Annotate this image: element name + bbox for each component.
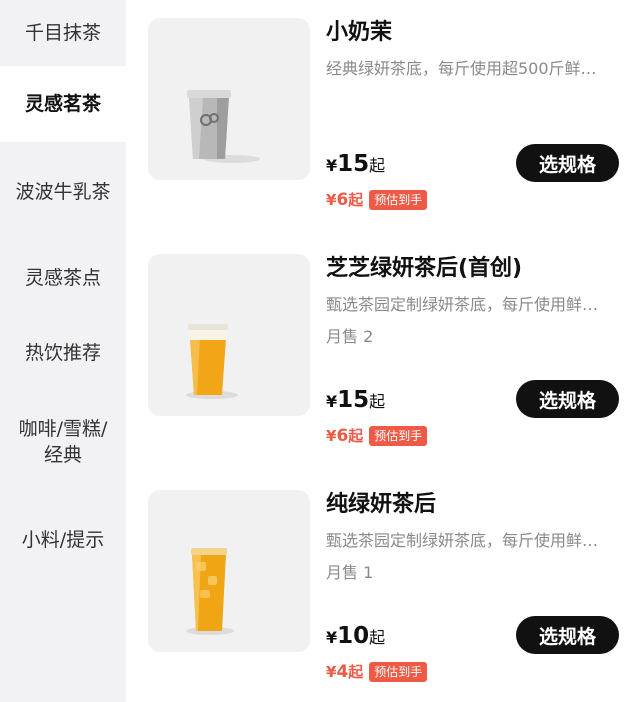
sidebar-item-label: 千目抹茶 — [24, 22, 101, 44]
product-image[interactable] — [148, 18, 310, 180]
currency-symbol: ¥ — [326, 191, 337, 209]
select-spec-button[interactable]: 选规格 — [516, 616, 619, 654]
sidebar-item-coffee-icecream[interactable]: 咖啡/雪糕/经典 — [0, 392, 126, 492]
product-price: ¥15起 — [326, 150, 385, 180]
product-name: 小奶茉 — [326, 20, 393, 45]
sidebar-item-boba-milk-tea[interactable]: 波波牛乳茶 — [0, 142, 126, 242]
product-image[interactable] — [148, 254, 310, 416]
estimated-price: ¥6 起 预估到手 — [326, 189, 428, 211]
select-spec-button[interactable]: 选规格 — [516, 144, 619, 182]
monthly-sales: 月售 2 — [326, 327, 374, 346]
discount-price-value: 4 — [336, 662, 349, 682]
price-suffix: 起 — [369, 628, 386, 647]
currency-symbol: ¥ — [326, 663, 337, 681]
currency-symbol: ¥ — [326, 427, 337, 445]
product-card[interactable]: 小奶茉 经典绿妍茶底，每斤使用超500斤鲜茉莉花窨制 ¥15起 ¥6起 预估到手… — [148, 18, 628, 236]
currency-symbol: ¥ — [326, 392, 338, 411]
price-value: 15 — [337, 151, 370, 177]
estimated-badge: 预估到手 — [369, 662, 428, 682]
discount-price-value: 6 — [336, 190, 349, 210]
sidebar-item-label: 咖啡/雪糕/经典 — [18, 418, 108, 466]
product-card[interactable]: 芝芝绿妍茶后(首创) 甄选茶园定制绿妍茶底，每斤使用鲜茉莉花窨制 月售 2 ¥1… — [148, 254, 628, 472]
sidebar-item-label: 热饮推荐 — [24, 342, 101, 364]
sidebar-item-label: 小料/提示 — [21, 529, 105, 551]
category-sidebar: 千目抹茶 灵感茗茶 波波牛乳茶 灵感茶点 热饮推荐 咖啡/雪糕/经典 小料/提示 — [0, 0, 126, 702]
discount-price-suffix: 起 — [348, 427, 364, 445]
estimated-price: ¥6 起 预估到手 — [326, 425, 428, 447]
price-suffix: 起 — [369, 392, 386, 411]
iced-tea-cup-icon — [186, 548, 234, 635]
product-description: 甄选茶园定制绿妍茶底，每斤使用鲜茉莉花窨制 — [326, 295, 608, 314]
product-price: ¥10起 — [326, 622, 385, 652]
estimated-badge: 预估到手 — [369, 426, 428, 446]
sidebar-item-inspiration-tea[interactable]: 灵感茗茶 — [0, 66, 126, 142]
sidebar-item-label: 灵感茶点 — [24, 267, 101, 289]
price-value: 10 — [337, 623, 370, 649]
discount-price-suffix: 起 — [348, 191, 364, 209]
sidebar-item-toppings[interactable]: 小料/提示 — [0, 492, 126, 588]
product-name: 芝芝绿妍茶后(首创) — [326, 256, 523, 281]
sidebar-item-hot-drinks[interactable]: 热饮推荐 — [0, 314, 126, 392]
product-price: ¥15起 — [326, 386, 385, 416]
product-description: 甄选茶园定制绿妍茶底，每斤使用鲜茉莉花窨制 — [326, 531, 608, 550]
cheese-tea-cup-icon — [186, 324, 238, 399]
currency-symbol: ¥ — [326, 156, 338, 175]
product-name: 纯绿妍茶后 — [326, 492, 437, 517]
price-value: 15 — [337, 387, 370, 413]
sidebar-item-snacks[interactable]: 灵感茶点 — [0, 242, 126, 314]
sidebar-item-label: 波波牛乳茶 — [15, 181, 111, 203]
sidebar-item-matcha[interactable]: 千目抹茶 — [0, 0, 126, 66]
estimated-price: ¥4 起 预估到手 — [326, 661, 428, 683]
select-spec-button[interactable]: 选规格 — [516, 380, 619, 418]
estimated-badge: 预估到手 — [369, 190, 428, 210]
sidebar-item-label: 灵感茗茶 — [24, 93, 101, 115]
price-suffix: 起 — [369, 156, 386, 175]
product-image[interactable] — [148, 490, 310, 652]
milk-tea-cup-icon — [187, 90, 260, 163]
product-card[interactable]: 纯绿妍茶后 甄选茶园定制绿妍茶底，每斤使用鲜茉莉花窨制 月售 1 ¥10起 ¥4… — [148, 490, 628, 702]
product-description: 经典绿妍茶底，每斤使用超500斤鲜茉莉花窨制 — [326, 59, 608, 78]
discount-price-value: 6 — [336, 426, 349, 446]
monthly-sales: 月售 1 — [326, 563, 374, 582]
discount-price-suffix: 起 — [348, 663, 364, 681]
currency-symbol: ¥ — [326, 628, 338, 647]
